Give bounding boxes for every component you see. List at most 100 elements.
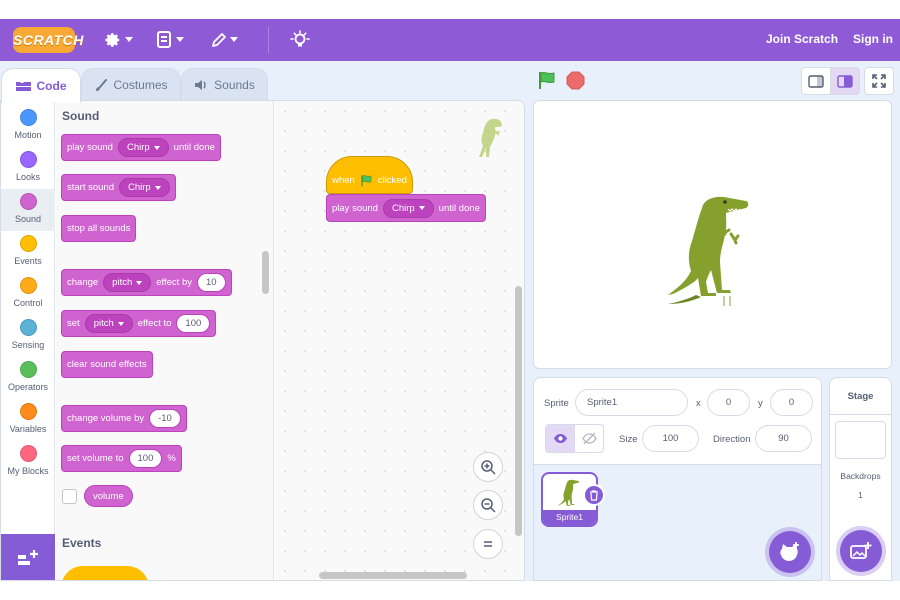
block-text: until done: [438, 202, 480, 214]
when-flag-clicked-block[interactable]: when clicked: [326, 156, 413, 194]
category-my-blocks[interactable]: My Blocks: [1, 441, 55, 483]
stage-canvas[interactable]: [533, 100, 892, 369]
settings-menu-button[interactable]: [104, 29, 133, 51]
block-text: clicked: [377, 174, 407, 186]
volume-monitor-checkbox[interactable]: [62, 489, 77, 504]
block-text: effect by: [156, 277, 192, 288]
category-control[interactable]: Control: [1, 273, 55, 315]
block-text: set volume to: [67, 453, 124, 464]
block-text: stop all sounds: [67, 223, 131, 234]
speaker-icon: [195, 80, 206, 90]
zoom-in-button[interactable]: [473, 452, 503, 482]
volume-value-input[interactable]: 100: [128, 449, 163, 468]
motion-dot-icon: [19, 109, 37, 126]
clear-sound-effects-block[interactable]: clear sound effects: [61, 351, 153, 378]
tutorials-button[interactable]: [290, 29, 310, 51]
stop-all-sounds-block[interactable]: stop all sounds: [61, 215, 137, 242]
volume-amount-input[interactable]: -10: [149, 409, 181, 428]
green-flag-icon: [539, 71, 555, 89]
tab-costumes[interactable]: Costumes: [81, 68, 181, 101]
stage-selector[interactable]: Stage Backdrops 1: [829, 377, 892, 581]
choose-backdrop-button[interactable]: [840, 530, 882, 572]
effect-amount-input[interactable]: 10: [197, 273, 226, 292]
equals-icon: [484, 541, 492, 547]
category-variables[interactable]: Variables: [1, 399, 55, 441]
delete-sprite-button[interactable]: [583, 484, 605, 506]
tab-code-label: Code: [36, 79, 67, 93]
category-sensing[interactable]: Sensing: [1, 315, 55, 357]
small-stage-button[interactable]: [801, 67, 831, 95]
set-effect-block[interactable]: set pitch effect to 100: [61, 310, 217, 337]
backdrops-label: Backdrops: [840, 471, 881, 481]
script-horizontal-scrollbar[interactable]: [319, 572, 467, 579]
y-position-input[interactable]: 0: [770, 389, 813, 416]
show-sprite-button[interactable]: [546, 425, 575, 452]
block-text: change: [67, 277, 99, 288]
effect-dropdown[interactable]: pitch: [103, 273, 152, 292]
category-operators[interactable]: Operators: [1, 357, 55, 399]
scratch-logo[interactable]: SCRATCH: [13, 27, 83, 53]
hide-sprite-button[interactable]: [574, 425, 603, 452]
events-section-title: Events: [62, 536, 102, 550]
file-menu-button[interactable]: [157, 29, 184, 51]
full-screen-button[interactable]: [864, 67, 894, 95]
script-vertical-scrollbar[interactable]: [515, 286, 522, 536]
small-stage-icon: [808, 74, 824, 88]
change-volume-block[interactable]: change volume by -10: [61, 405, 187, 432]
volume-reporter-block[interactable]: volume: [84, 485, 133, 507]
block-text: play sound: [67, 142, 113, 153]
script-play-sound-block[interactable]: play sound Chirp until done: [326, 194, 486, 222]
eye-icon: [553, 434, 567, 443]
size-input[interactable]: 100: [642, 425, 699, 452]
my-blocks-dot-icon: [19, 445, 37, 462]
script-area[interactable]: when clicked play sound Chirp until done: [275, 101, 524, 580]
dinosaur-sprite[interactable]: [668, 196, 760, 306]
category-events[interactable]: Events: [1, 231, 55, 273]
block-text: play sound: [332, 202, 378, 214]
large-stage-button[interactable]: [830, 67, 860, 95]
zoom-out-button[interactable]: [473, 490, 503, 520]
choose-sprite-button[interactable]: [769, 531, 811, 573]
tab-sounds-label: Sounds: [214, 78, 255, 92]
code-panel: Motion Looks Sound Events Control Sensin…: [0, 100, 525, 581]
category-looks[interactable]: Looks: [1, 147, 55, 189]
category-sound[interactable]: Sound: [1, 189, 55, 231]
sound-dropdown[interactable]: Chirp: [382, 198, 434, 218]
stage-thumbnail[interactable]: [835, 421, 886, 459]
effect-dropdown-value: pitch: [112, 277, 133, 288]
set-volume-block[interactable]: set volume to 100 %: [61, 445, 182, 472]
sound-dropdown[interactable]: Chirp: [119, 178, 170, 197]
image-add-icon: [850, 542, 872, 559]
zoom-reset-button[interactable]: [473, 529, 503, 559]
sign-in-link[interactable]: Sign in: [853, 32, 893, 46]
palette-scrollbar[interactable]: [262, 251, 269, 294]
code-blocks-icon: [15, 81, 31, 91]
sensing-dot-icon: [19, 319, 37, 336]
join-scratch-link[interactable]: Join Scratch: [766, 32, 838, 46]
full-screen-icon: [872, 74, 886, 88]
tab-code[interactable]: Code: [1, 68, 81, 103]
category-motion[interactable]: Motion: [1, 105, 55, 147]
x-position-input[interactable]: 0: [707, 389, 750, 416]
green-flag-button[interactable]: [537, 70, 557, 95]
add-extension-icon: [18, 550, 38, 565]
add-extension-button[interactable]: [1, 534, 55, 580]
edit-menu-button[interactable]: [211, 29, 238, 51]
start-sound-block[interactable]: start sound Chirp: [61, 174, 176, 201]
block-text: start sound: [67, 182, 114, 193]
y-label: y: [758, 398, 763, 409]
block-text: volume: [93, 490, 124, 502]
stage-selector-title: Stage: [830, 378, 891, 415]
effect-value-input[interactable]: 100: [176, 314, 211, 333]
direction-input[interactable]: 90: [755, 425, 812, 452]
effect-dropdown[interactable]: pitch: [84, 314, 133, 333]
tab-sounds[interactable]: Sounds: [181, 68, 268, 101]
sound-dropdown[interactable]: Chirp: [117, 138, 169, 157]
sprite-thumbnail-label: Sprite1: [543, 510, 596, 525]
sprite-name-input[interactable]: Sprite1: [575, 389, 688, 416]
direction-value: 90: [778, 433, 789, 444]
play-sound-until-done-block[interactable]: play sound Chirp until done: [61, 134, 221, 161]
stop-button[interactable]: [566, 71, 585, 95]
events-hat-block-peek[interactable]: [61, 566, 149, 580]
change-effect-block[interactable]: change pitch effect by 10: [61, 269, 232, 296]
